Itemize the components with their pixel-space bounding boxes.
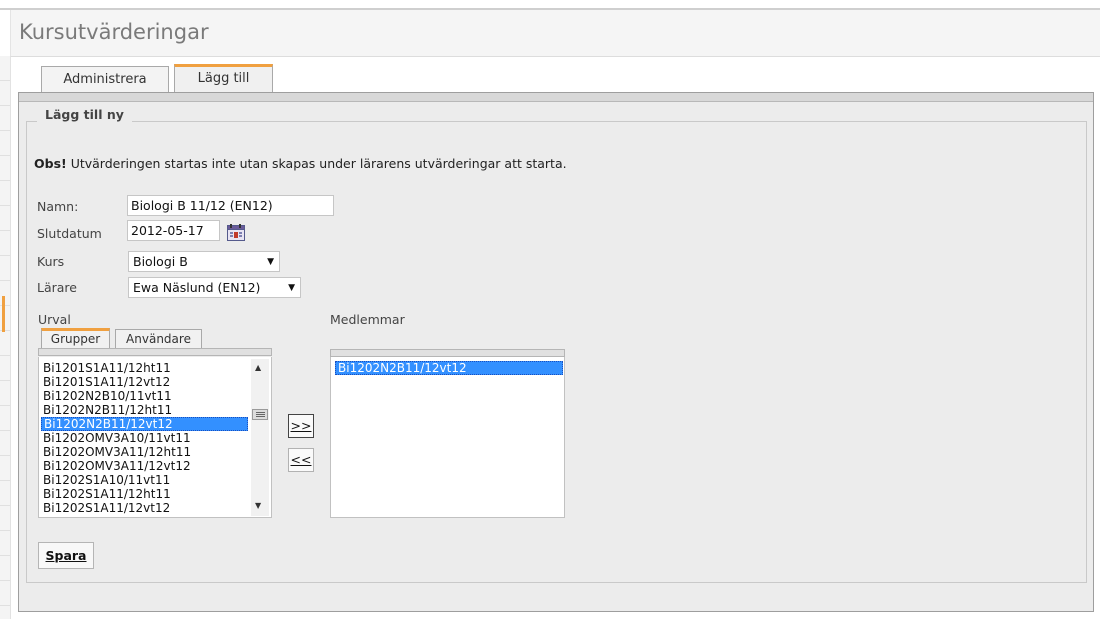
subtab-grupper[interactable]: Grupper — [41, 328, 110, 349]
page-title: Kursutvärderingar — [19, 20, 209, 44]
notice-strong: Obs! — [34, 156, 67, 171]
save-button[interactable]: Spara — [38, 542, 94, 569]
member-item-selected[interactable]: Bi1202N2B11/12vt12 — [335, 361, 563, 375]
course-select[interactable]: Biologi B ▼ — [128, 251, 280, 272]
remove-from-members-button[interactable]: << — [288, 448, 314, 472]
chevron-down-icon: ▼ — [288, 283, 295, 293]
course-select-value: Biologi B — [133, 254, 188, 269]
left-sidebar-active-marker — [2, 296, 5, 332]
panel-top-bar — [19, 93, 1093, 102]
scroll-down-icon[interactable]: ▼ — [255, 501, 261, 510]
scroll-up-icon[interactable]: ▲ — [255, 363, 261, 372]
add-to-members-button[interactable]: >> — [288, 414, 314, 438]
selection-tab-bar — [38, 348, 272, 356]
list-item[interactable]: Bi1201S1A11/12ht11 — [41, 361, 248, 375]
teacher-select-value: Ewa Näslund (EN12) — [133, 280, 261, 295]
list-item[interactable]: Bi1202S1A11/12ht11 — [41, 487, 248, 501]
selection-listbox[interactable]: Bi1201S1A11/12ht11 Bi1201S1A11/12vt12 Bi… — [38, 357, 272, 518]
list-item[interactable]: Bi1202OMV3A11/12vt12 — [41, 459, 248, 473]
tab-lagg-till[interactable]: Lägg till — [174, 64, 273, 92]
calendar-icon[interactable] — [227, 224, 245, 241]
teacher-label: Lärare — [37, 280, 77, 295]
list-item[interactable]: Bi1202N2B11/12ht11 — [41, 403, 248, 417]
list-item[interactable]: Bi1202OMV3A10/11vt11 — [41, 431, 248, 445]
name-label: Namn: — [37, 199, 79, 214]
name-input[interactable]: Biologi B 11/12 (EN12) — [127, 195, 334, 216]
list-item-selected[interactable]: Bi1202N2B11/12vt12 — [41, 417, 248, 431]
course-label: Kurs — [37, 254, 65, 269]
selection-label: Urval — [38, 312, 71, 327]
list-item[interactable]: Bi1201S1A11/12vt12 — [41, 375, 248, 389]
list-item[interactable]: Bi1202N2B10/11vt11 — [41, 389, 248, 403]
members-label: Medlemmar — [330, 312, 405, 327]
members-header-bar — [330, 349, 565, 357]
notice-body: Utvärderingen startas inte utan skapas u… — [66, 156, 567, 171]
end-date-input[interactable]: 2012-05-17 — [127, 220, 220, 241]
list-item[interactable]: Bi1202S1A11/12vt12 — [41, 501, 248, 515]
left-sidebar-lines — [0, 56, 10, 619]
tab-administrera[interactable]: Administrera — [41, 66, 169, 92]
notice-text: Obs! Utvärderingen startas inte utan ska… — [34, 156, 567, 171]
fieldset-legend: Lägg till ny — [37, 107, 132, 122]
chevron-down-icon: ▼ — [267, 257, 274, 267]
selection-scrollbar[interactable]: ▲ ▼ — [251, 359, 269, 516]
scrollbar-thumb[interactable] — [252, 409, 268, 420]
page-header: Kursutvärderingar — [10, 10, 1100, 57]
end-date-label: Slutdatum — [37, 226, 102, 241]
teacher-select[interactable]: Ewa Näslund (EN12) ▼ — [128, 277, 301, 298]
subtab-anvandare[interactable]: Användare — [115, 329, 202, 350]
grip-icon — [256, 412, 265, 417]
members-listbox[interactable]: Bi1202N2B11/12vt12 — [330, 357, 565, 518]
list-item[interactable]: Bi1202OMV3A11/12ht11 — [41, 445, 248, 459]
top-bar — [0, 0, 1100, 8]
list-item[interactable]: Bi1202S1A10/11vt11 — [41, 473, 248, 487]
